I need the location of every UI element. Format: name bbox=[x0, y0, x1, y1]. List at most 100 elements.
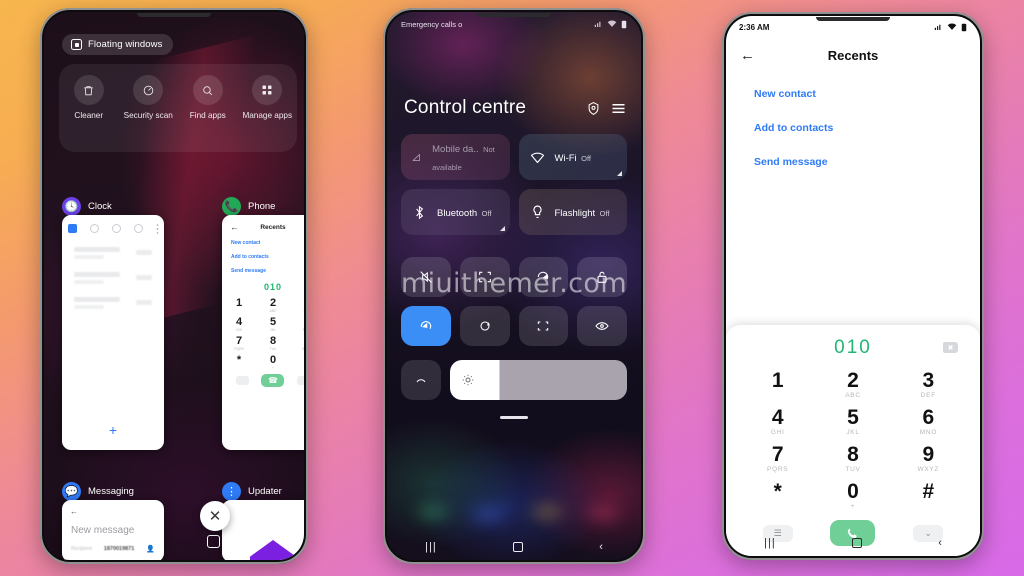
tile-flashlight[interactable]: Flashlight Off bbox=[518, 189, 627, 235]
recents-button[interactable]: ||| bbox=[764, 537, 776, 549]
toggle-data-saver[interactable] bbox=[401, 306, 451, 346]
contact-picker-icon[interactable]: 👤 bbox=[146, 545, 155, 553]
key-letters: GHI bbox=[770, 429, 785, 436]
mini-link-send-message[interactable]: Send message bbox=[231, 268, 304, 274]
clock-alarm-row bbox=[74, 297, 152, 309]
toggle-scan[interactable] bbox=[518, 306, 569, 346]
expand-corner-icon[interactable] bbox=[617, 171, 622, 176]
mini-key: # bbox=[290, 354, 305, 370]
settings-icon[interactable] bbox=[586, 101, 601, 116]
dial-key[interactable]: 8 TUV bbox=[815, 440, 890, 475]
dial-key[interactable]: 0 + bbox=[815, 477, 890, 512]
mini-key: 2 ABC bbox=[269, 297, 277, 313]
messaging-appbar: ← bbox=[62, 500, 164, 516]
trash-icon bbox=[73, 75, 104, 105]
recents-card-clock[interactable]: + bbox=[62, 215, 164, 450]
dial-key[interactable]: # bbox=[891, 477, 966, 512]
toggle-mute[interactable] bbox=[401, 257, 451, 297]
mobile-data-icon bbox=[412, 153, 421, 161]
tool-find-apps[interactable]: Find apps bbox=[181, 75, 235, 121]
recipient-value: 1870019871 bbox=[103, 546, 135, 552]
dial-key[interactable]: 3 DEF bbox=[891, 366, 966, 401]
close-all-button[interactable]: ✕ bbox=[200, 501, 230, 531]
tile-name: Wi-Fi bbox=[554, 153, 577, 164]
recents-card-phone[interactable]: ← Recents New contact Add to contacts Se… bbox=[222, 215, 304, 450]
tile-bluetooth[interactable]: Bluetooth Off bbox=[401, 189, 510, 235]
chevron-down-icon[interactable] bbox=[296, 376, 304, 385]
link-send-message[interactable]: Send message bbox=[754, 156, 952, 168]
phone-1-recents-screen: Floating windows Cleaner Security scan F… bbox=[40, 8, 308, 564]
mini-key: 7 PQRS bbox=[234, 335, 244, 351]
tile-state: Off bbox=[599, 209, 610, 218]
recents-button[interactable]: ||| bbox=[425, 541, 437, 553]
add-alarm-fab[interactable]: + bbox=[105, 421, 122, 438]
link-new-contact[interactable]: New contact bbox=[754, 88, 952, 100]
expand-corner-icon[interactable] bbox=[499, 226, 505, 231]
back-button[interactable]: ‹ bbox=[599, 541, 603, 553]
tool-security-scan[interactable]: Security scan bbox=[121, 75, 175, 121]
tool-cleaner[interactable]: Cleaner bbox=[62, 75, 116, 121]
mini-link-add-to-contacts[interactable]: Add to contacts bbox=[231, 254, 304, 260]
dial-key[interactable]: 6 MNO bbox=[891, 403, 966, 438]
phone-icon: 📞 bbox=[222, 197, 241, 216]
dial-key[interactable]: 4 GHI bbox=[740, 403, 815, 438]
panel-drag-handle[interactable] bbox=[500, 416, 528, 419]
status-icons bbox=[594, 20, 627, 29]
back-button[interactable]: ‹ bbox=[938, 537, 942, 549]
tile-wifi[interactable]: Wi-Fi Off bbox=[518, 134, 627, 180]
recents-card-updater[interactable]: ⋮ bbox=[222, 500, 304, 560]
dial-display[interactable]: 010 ✖ bbox=[726, 334, 980, 362]
dial-key[interactable]: 5 JKL bbox=[815, 403, 890, 438]
dial-key[interactable]: * bbox=[740, 477, 815, 512]
call-icon[interactable]: ☎ bbox=[261, 374, 285, 387]
dial-key[interactable]: 9 WXYZ bbox=[891, 440, 966, 475]
dialpad-sheet: 010 ✖ 1 2 ABC 3 DEF 4 GHI 5 JKL 6 MNO 7 PQRS 8… bbox=[726, 325, 980, 556]
menu-icon[interactable] bbox=[611, 102, 626, 115]
dial-key[interactable]: 1 bbox=[740, 366, 815, 401]
recents-tool-panel: Cleaner Security scan Find apps Manage a… bbox=[59, 64, 297, 152]
search-icon bbox=[192, 75, 223, 105]
mini-dial-actions: ☎ bbox=[222, 374, 304, 393]
status-time: 2:36 AM bbox=[739, 22, 770, 32]
toggle-screen-rotate[interactable] bbox=[518, 257, 569, 297]
toggle-screenshot[interactable] bbox=[459, 257, 510, 297]
dialpad-keys: 1 2 ABC 3 DEF 4 GHI 5 JKL 6 MNO 7 PQRS 8 TUV 9W… bbox=[726, 362, 980, 512]
home-icon[interactable] bbox=[512, 542, 523, 552]
mini-key: 0 + bbox=[269, 354, 277, 370]
keypad-icon[interactable] bbox=[236, 376, 250, 385]
mini-link-new-contact[interactable]: New contact bbox=[231, 240, 304, 246]
home-icon[interactable] bbox=[851, 538, 862, 548]
dial-key[interactable]: 7 PQRS bbox=[740, 440, 815, 475]
mute-icon bbox=[420, 271, 432, 283]
mini-keypad[interactable]: 1 2ABC 3DEF 4GHI 5JKL 6MNO 7PQRS 8TUV 9W… bbox=[222, 297, 304, 370]
control-centre-header-actions bbox=[586, 101, 626, 116]
home-icon[interactable] bbox=[207, 535, 220, 548]
clock-tab-stopwatch bbox=[133, 224, 143, 233]
floating-windows-chip[interactable]: Floating windows bbox=[62, 34, 174, 55]
link-add-to-contacts[interactable]: Add to contacts bbox=[754, 122, 952, 134]
backspace-icon[interactable]: ✖ bbox=[943, 342, 958, 353]
mini-dialed-number: 010 bbox=[263, 282, 283, 292]
recents-card-messaging[interactable]: ← New message Recipient 1870019871 👤 bbox=[62, 500, 164, 560]
battery-icon bbox=[621, 20, 627, 28]
key-digit: 5 bbox=[847, 406, 859, 429]
close-icon: ✕ bbox=[208, 508, 222, 525]
key-letters: ABC bbox=[845, 392, 861, 399]
clock-overflow-icon bbox=[155, 224, 159, 234]
back-arrow-icon[interactable]: ← bbox=[70, 507, 78, 516]
wifi-icon bbox=[530, 152, 544, 163]
carrier-label: Emergency calls o bbox=[401, 19, 463, 29]
screenshot-icon bbox=[478, 271, 491, 283]
grid-apps-icon bbox=[252, 75, 283, 105]
toggle-eye-care[interactable] bbox=[577, 306, 627, 346]
tool-manage-apps[interactable]: Manage apps bbox=[240, 75, 294, 121]
tile-mobile-data[interactable]: Mobile da.. Not available bbox=[401, 134, 510, 180]
toggle-lock[interactable] bbox=[577, 257, 627, 297]
toggle-auto-rotate[interactable] bbox=[459, 306, 510, 346]
dial-key[interactable]: 2 ABC bbox=[815, 366, 890, 401]
toggle-dark-mode[interactable] bbox=[401, 360, 441, 400]
brightness-slider[interactable] bbox=[450, 360, 627, 400]
phone-2-notch bbox=[477, 13, 551, 17]
page-title: Recents bbox=[827, 47, 879, 63]
control-centre-title: Control centre bbox=[404, 97, 527, 118]
